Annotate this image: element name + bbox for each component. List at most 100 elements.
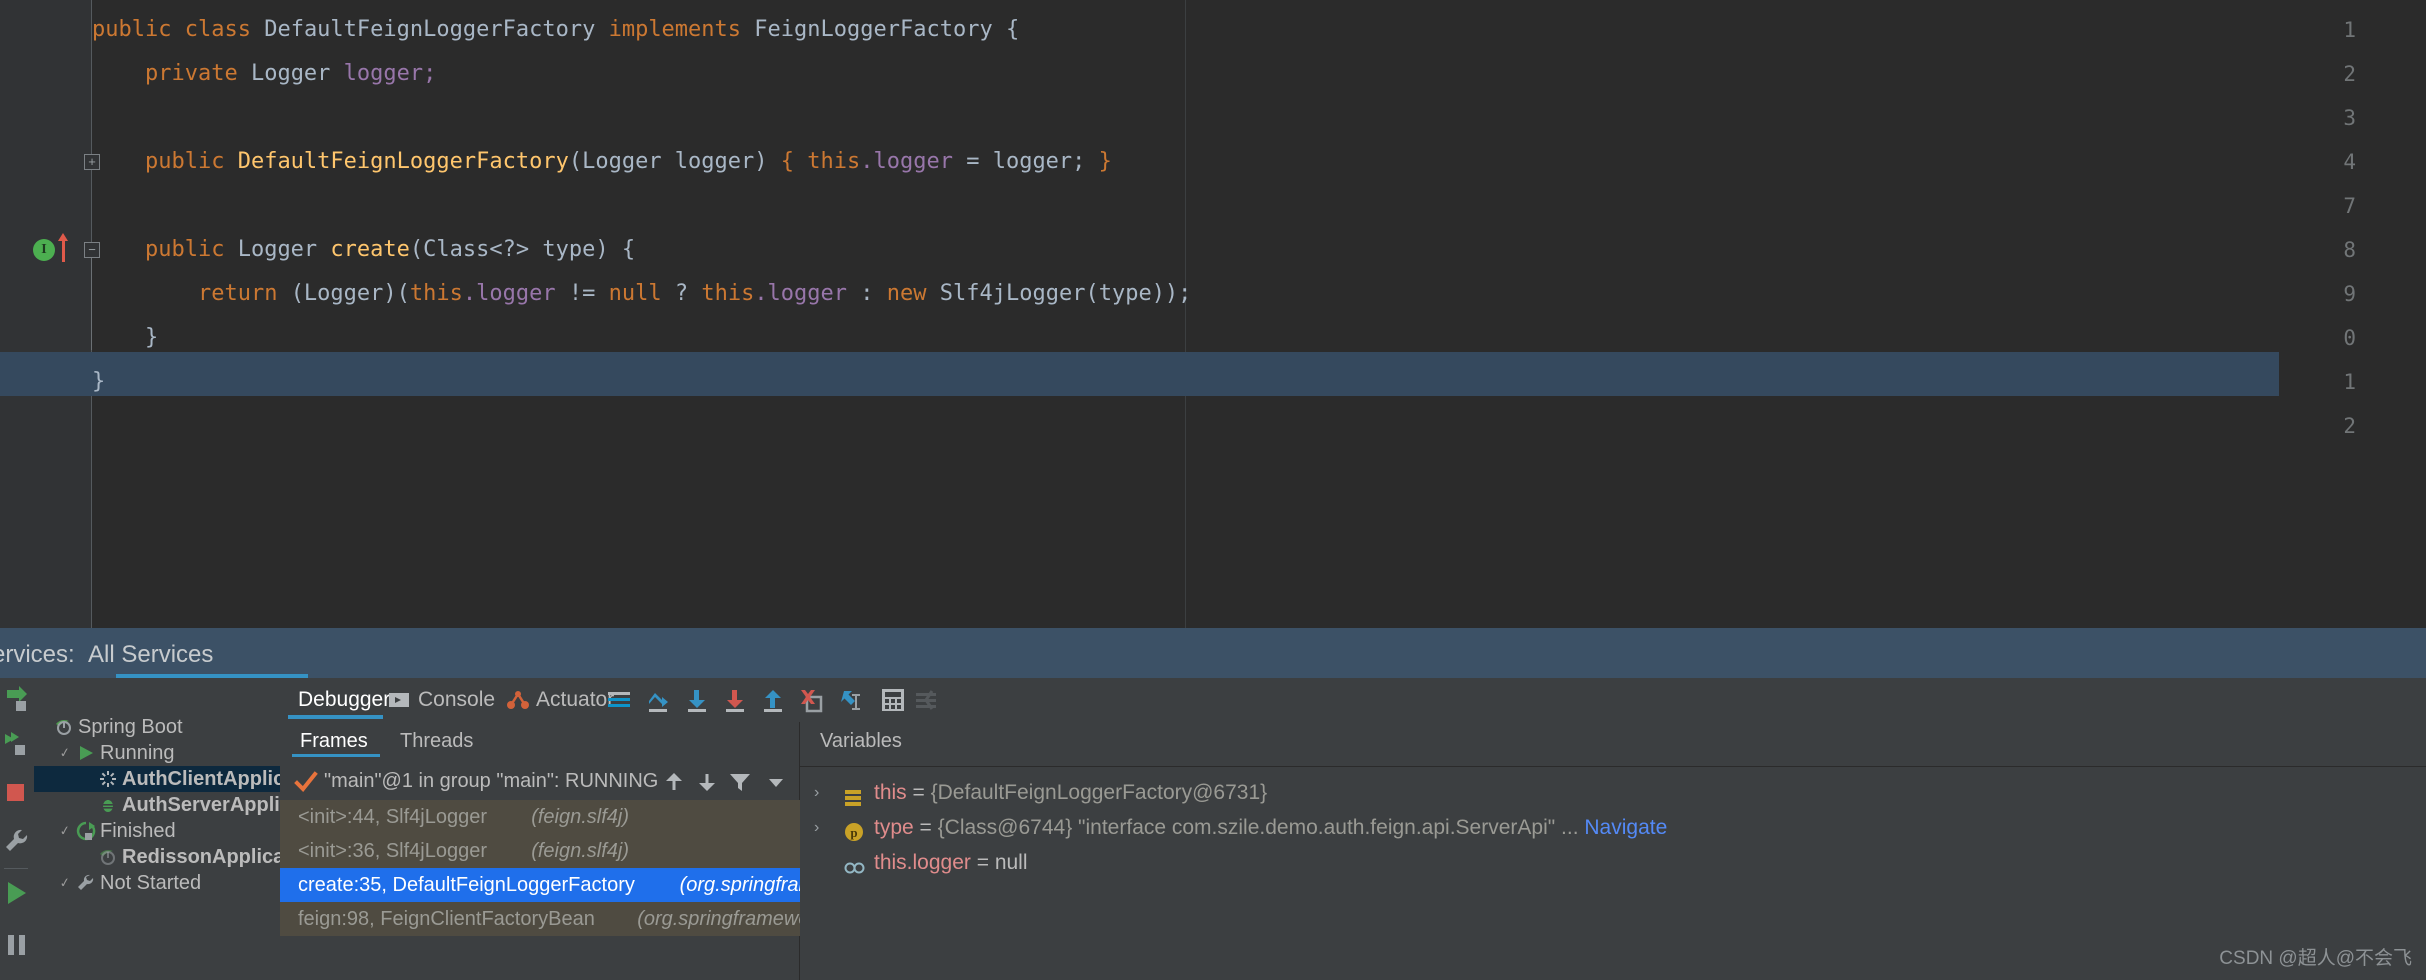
step-into-icon[interactable] bbox=[683, 686, 711, 719]
watch-oo-icon bbox=[844, 854, 866, 888]
tree-twisty-icon[interactable]: ✓ bbox=[56, 870, 73, 896]
rerun-failed-icon[interactable] bbox=[2, 730, 32, 760]
services-tree-item[interactable]: ✓ Running bbox=[34, 740, 280, 766]
code-line[interactable]: return (Logger)(this.logger != null ? th… bbox=[92, 272, 1191, 316]
drop-frame-icon[interactable] bbox=[797, 686, 825, 719]
variable-equals: = bbox=[913, 816, 938, 839]
step-out-icon[interactable] bbox=[759, 686, 787, 719]
services-tree-item[interactable]: RedissonApplication bbox=[34, 844, 280, 870]
code-line[interactable]: public Logger create(Class<?> type) { bbox=[92, 228, 635, 272]
services-tree-item[interactable]: ✓ Not Started bbox=[34, 870, 280, 896]
rerun-icon[interactable] bbox=[2, 684, 32, 714]
variable-expand-chevron-icon[interactable]: › bbox=[814, 811, 830, 845]
variable-text: type = {Class@6744} "interface com.szile… bbox=[874, 811, 1667, 845]
variable-equals: = bbox=[970, 851, 995, 874]
services-tree-item[interactable]: Spring Boot bbox=[34, 714, 280, 740]
breakpoint-icon[interactable]: I bbox=[33, 239, 55, 261]
actuator-icon bbox=[506, 689, 530, 716]
tree-twisty-icon[interactable]: ✓ bbox=[56, 740, 73, 766]
debug-tab-console[interactable]: Console bbox=[418, 688, 495, 712]
code-line[interactable]: public class DefaultFeignLoggerFactory i… bbox=[92, 8, 1019, 52]
variable-name: this bbox=[874, 781, 907, 804]
frame-call: feign:98, FeignClientFactoryBean bbox=[298, 908, 595, 930]
code-line[interactable]: } bbox=[92, 360, 105, 404]
services-tree[interactable]: Spring Boot✓RunningAuthClientApplication… bbox=[34, 678, 280, 980]
editor-gutter[interactable] bbox=[0, 0, 92, 630]
variable-name: type bbox=[874, 816, 914, 839]
debug-tab-debugger[interactable]: Debugger bbox=[298, 688, 390, 712]
frame-call: create:35, DefaultFeignLoggerFactory bbox=[298, 874, 635, 896]
watermark: CSDN @超人@不会飞 bbox=[2219, 948, 2412, 969]
spring-boot-icon bbox=[54, 717, 74, 740]
variable-name: this.logger bbox=[874, 851, 971, 874]
services-tree-item[interactable]: AuthServerApplication bbox=[34, 792, 280, 818]
frame-package: (feign.slf4j) bbox=[531, 840, 629, 862]
debug-tab-actuator[interactable]: Actuator bbox=[536, 688, 614, 712]
tree-twisty-icon[interactable]: ✓ bbox=[56, 818, 73, 844]
stop-icon[interactable] bbox=[2, 778, 32, 808]
services-tree-item-label: Not Started bbox=[100, 872, 202, 894]
navigate-link[interactable]: Navigate bbox=[1584, 816, 1667, 839]
variable-expand-chevron-icon[interactable]: › bbox=[814, 776, 830, 810]
thread-label: "main"@1 in group "main": RUNNING bbox=[324, 770, 659, 792]
rail-divider bbox=[4, 868, 28, 869]
run-controls-rail[interactable] bbox=[0, 678, 34, 980]
frame-row[interactable]: <init>:44, Slf4jLogger (feign.slf4j) bbox=[280, 800, 800, 834]
services-tree-item-label: AuthServerApplication bbox=[122, 794, 280, 816]
variable-text: this = {DefaultFeignLoggerFactory@6731} bbox=[874, 776, 1267, 810]
variable-equals: = bbox=[906, 781, 931, 804]
step-over-icon[interactable] bbox=[645, 686, 673, 719]
variable-text: this.logger = null bbox=[874, 846, 1028, 880]
debug-bug-icon bbox=[98, 795, 118, 818]
services-tree-item-label: RedissonApplication bbox=[122, 846, 280, 868]
settings-wrench-icon[interactable] bbox=[2, 826, 32, 856]
svg-text:p: p bbox=[850, 825, 857, 840]
variable-value: null bbox=[994, 851, 1028, 874]
evaluate-expression-icon[interactable] bbox=[878, 685, 908, 720]
variable-value: {DefaultFeignLoggerFactory@6731} bbox=[930, 781, 1268, 804]
frames-tab-frames[interactable]: Frames bbox=[300, 730, 368, 753]
frames-tab-threads[interactable]: Threads bbox=[400, 730, 473, 753]
frame-row[interactable]: <init>:36, Slf4jLogger (feign.slf4j) bbox=[280, 834, 800, 868]
pause-program-icon[interactable] bbox=[2, 930, 32, 960]
variable-value: {Class@6744} "interface com.szile.demo.a… bbox=[937, 816, 1556, 839]
frame-row[interactable]: create:35, DefaultFeignLoggerFactory (or… bbox=[280, 868, 800, 902]
resume-program-icon[interactable] bbox=[2, 878, 32, 908]
code-editor[interactable]: 1 2 3 4 7 8 9 0 1 2 + − I public class DefaultFeignL… bbox=[0, 0, 2426, 630]
tab-all-services[interactable]: All Services bbox=[88, 641, 213, 669]
services-tree-item[interactable]: AuthClientApplication bbox=[34, 766, 280, 792]
debug-toolbar[interactable]: Debugger Console Actuator bbox=[280, 678, 2426, 722]
frame-package: (feign.slf4j) bbox=[531, 806, 629, 828]
frame-call: <init>:44, Slf4jLogger bbox=[298, 806, 488, 828]
parameter-icon: p bbox=[844, 819, 864, 853]
code-lines[interactable]: public class DefaultFeignLoggerFactory i… bbox=[92, 0, 2426, 630]
frame-call: <init>:36, Slf4jLogger bbox=[298, 840, 488, 862]
frame-package: (org.springframework.clou bbox=[637, 908, 800, 930]
services-tree-item-label: Running bbox=[100, 742, 175, 764]
thread-row[interactable]: "main"@1 in group "main": RUNNING bbox=[280, 762, 800, 800]
debug-tab-active-indicator bbox=[288, 715, 383, 719]
force-step-into-icon[interactable] bbox=[721, 686, 749, 719]
wrench-icon bbox=[76, 873, 96, 896]
frame-row[interactable]: feign:98, FeignClientFactoryBean (org.sp… bbox=[280, 902, 800, 936]
spring-boot-faded-icon bbox=[98, 847, 118, 870]
variables-panel[interactable] bbox=[800, 722, 2426, 980]
console-icon bbox=[388, 689, 410, 716]
services-tree-item-label: Finished bbox=[100, 820, 176, 842]
execution-pointer-icon bbox=[58, 233, 68, 262]
field-icon bbox=[844, 784, 862, 818]
services-tree-item[interactable]: ✓ Finished bbox=[34, 818, 280, 844]
code-line[interactable]: private Logger logger; bbox=[92, 52, 436, 96]
show-execution-point-icon[interactable] bbox=[605, 686, 633, 719]
services-tree-item-label: AuthClientApplication bbox=[122, 768, 280, 790]
code-line[interactable]: } bbox=[92, 316, 158, 360]
run-to-cursor-icon[interactable] bbox=[835, 686, 863, 719]
variables-divider bbox=[800, 766, 2426, 767]
spinner-icon bbox=[98, 769, 118, 792]
code-line[interactable]: public DefaultFeignLoggerFactory(Logger … bbox=[92, 140, 1112, 184]
layout-settings-icon[interactable] bbox=[912, 685, 942, 720]
frame-package: (org.springframework. bbox=[679, 874, 800, 896]
services-header-bar: Services: All Services bbox=[0, 628, 2426, 678]
variables-title: Variables bbox=[820, 730, 902, 752]
running-play-icon bbox=[76, 743, 96, 766]
